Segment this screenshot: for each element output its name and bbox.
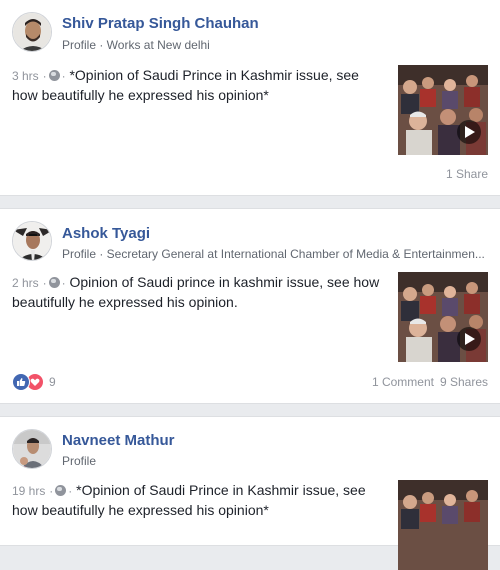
- reaction-count: 9: [49, 375, 56, 389]
- post-text: Opinion of Saudi prince in kashmir issue…: [12, 274, 380, 310]
- post-content: 2 hrs · · Opinion of Saudi prince in kash…: [12, 273, 382, 312]
- reactions-summary[interactable]: 9: [12, 373, 56, 391]
- video-thumbnail[interactable]: [398, 65, 488, 155]
- post-card: Navneet Mathur Profile 19 hrs · · *Opinio…: [0, 416, 500, 570]
- author-subtitle: Profile · Secretary General at Internati…: [62, 247, 485, 261]
- separator: ·: [68, 484, 73, 498]
- globe-icon: [48, 70, 60, 81]
- author-name[interactable]: Shiv Pratap Singh Chauhan: [62, 15, 259, 32]
- author-name[interactable]: Navneet Mathur: [62, 432, 175, 449]
- like-reaction-icon: [12, 373, 30, 391]
- separator: ·: [42, 69, 47, 83]
- timestamp[interactable]: 3 hrs: [12, 69, 39, 83]
- comments-count[interactable]: 1 Comment: [372, 375, 434, 389]
- globe-icon: [55, 485, 67, 496]
- author-subtitle: Profile: [62, 454, 97, 468]
- post-content: 3 hrs · · *Opinion of Saudi Prince in Kas…: [12, 66, 382, 105]
- timestamp[interactable]: 2 hrs: [12, 276, 39, 290]
- shares-count[interactable]: 1 Share: [446, 167, 488, 181]
- shares-count[interactable]: 9 Shares: [440, 375, 488, 389]
- post-card: Ashok Tyagi Profile · Secretary General …: [0, 208, 500, 404]
- post-stats: 1 Comment 9 Shares: [372, 375, 488, 389]
- post-stats: 1 Share: [446, 167, 488, 181]
- video-thumbnail[interactable]: [398, 480, 488, 570]
- separator: ·: [61, 69, 66, 83]
- post-card: Shiv Pratap Singh Chauhan Profile · Work…: [0, 0, 500, 196]
- timestamp[interactable]: 19 hrs: [12, 484, 45, 498]
- post-content: 19 hrs · · *Opinion of Saudi Prince in Ka…: [12, 481, 382, 520]
- separator: ·: [42, 276, 47, 290]
- avatar[interactable]: [12, 12, 52, 52]
- separator: ·: [49, 484, 54, 498]
- separator: ·: [61, 276, 66, 290]
- author-subtitle: Profile · Works at New delhi: [62, 38, 210, 52]
- video-thumbnail[interactable]: [398, 272, 488, 362]
- globe-icon: [48, 277, 60, 288]
- author-name[interactable]: Ashok Tyagi: [62, 225, 150, 242]
- avatar[interactable]: [12, 221, 52, 261]
- avatar[interactable]: [12, 429, 52, 469]
